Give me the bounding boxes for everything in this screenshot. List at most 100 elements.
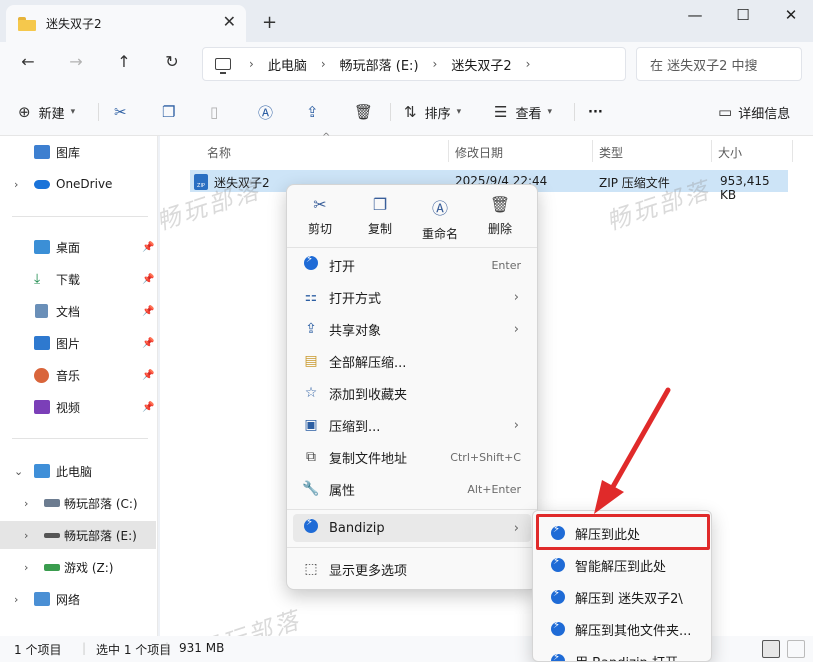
copy-action[interactable]: ❐ 复制 (353, 193, 407, 241)
chevron-right-icon[interactable]: › (24, 529, 28, 542)
tab-title: 迷失双子2 (46, 17, 102, 31)
view-button[interactable]: ☰ 查看 ▾ (494, 101, 552, 123)
pin-icon[interactable]: 📌 (142, 402, 154, 413)
pin-icon[interactable]: 📌 (142, 306, 154, 317)
column-divider[interactable] (448, 140, 449, 162)
plus-circle-icon: ⊕ (18, 103, 31, 121)
back-button[interactable]: ← (16, 52, 40, 71)
sidebar-item-downloads[interactable]: ⤓ 下载 📌 (0, 265, 156, 293)
column-divider[interactable] (792, 140, 793, 162)
sidebar-item-drive-c[interactable]: › 畅玩部落 (C:) (0, 489, 156, 517)
chevron-down-icon: ▾ (70, 107, 76, 117)
menu-label: 复制文件地址 (329, 451, 408, 467)
breadcrumb-folder[interactable]: 迷失双子2 (451, 55, 511, 74)
sort-ascending-icon: ^ (322, 132, 331, 143)
shortcut-label: Enter (491, 258, 521, 272)
share-button[interactable]: ⇪ (306, 101, 319, 123)
column-header-modified[interactable]: 修改日期 (455, 144, 503, 161)
menu-label: 打开方式 (329, 291, 382, 307)
close-window-button[interactable]: ✕ (776, 6, 806, 26)
sidebar-item-onedrive[interactable]: › OneDrive (0, 170, 156, 198)
close-tab-icon[interactable]: ✕ (223, 12, 236, 31)
column-header-size[interactable]: 大小 (718, 144, 742, 161)
sort-button[interactable]: ⇅ 排序 ▾ (404, 101, 461, 123)
more-options-button[interactable]: ··· (588, 101, 603, 123)
column-divider[interactable] (711, 140, 712, 162)
menu-item-open[interactable]: 打开 Enter (293, 251, 531, 279)
cut-action[interactable]: ✂ 剪切 (293, 193, 347, 241)
pin-icon[interactable]: 📌 (142, 338, 154, 349)
column-divider[interactable] (592, 140, 593, 162)
submenu-item-open-bandizip[interactable]: 用 Bandizip 打开 (537, 647, 709, 661)
address-bar[interactable]: › 此电脑 › 畅玩部落 (E:) › 迷失双子2 › (202, 47, 626, 81)
up-button[interactable]: ↑ (112, 52, 136, 71)
sidebar-item-videos[interactable]: 视频 📌 (0, 393, 156, 421)
cut-button[interactable]: ✂ (114, 101, 127, 123)
pin-icon[interactable]: 📌 (142, 274, 154, 285)
paste-button[interactable]: ▯ (210, 101, 218, 123)
sidebar-item-network[interactable]: › 网络 (0, 585, 156, 613)
menu-item-compress[interactable]: ▣ 压缩到... › (293, 411, 531, 439)
star-icon: ☆ (304, 385, 318, 401)
menu-item-more-options[interactable]: ⬚ 显示更多选项 (293, 555, 531, 583)
rename-action[interactable]: Ⓐ 重命名 (413, 193, 467, 241)
download-icon: ⤓ (34, 271, 41, 287)
forward-button[interactable]: → (64, 52, 88, 71)
pin-icon[interactable]: 📌 (142, 242, 154, 253)
delete-button[interactable]: 🗑 (354, 101, 373, 123)
breadcrumb-drive-e[interactable]: 畅玩部落 (E:) (340, 55, 419, 74)
menu-item-properties[interactable]: 🔧 属性 Alt+Enter (293, 475, 531, 503)
chevron-right-icon[interactable]: › (24, 497, 28, 510)
menu-item-extract-all[interactable]: ▤ 全部解压缩... (293, 347, 531, 375)
sidebar-item-music[interactable]: 音乐 📌 (0, 361, 156, 389)
delete-action[interactable]: 🗑 删除 (473, 193, 527, 241)
chevron-right-icon[interactable]: › (14, 178, 18, 191)
menu-item-copy-path[interactable]: ⧉ 复制文件地址 Ctrl+Shift+C (293, 443, 531, 471)
submenu-item-smart-extract[interactable]: 智能解压到此处 (537, 551, 709, 579)
rename-button[interactable]: Ⓐ (258, 101, 273, 123)
chevron-down-icon[interactable]: ⌄ (14, 465, 23, 478)
sidebar-item-drive-z[interactable]: › 游戏 (Z:) (0, 553, 156, 581)
sidebar-item-documents[interactable]: 文档 📌 (0, 297, 156, 325)
submenu-item-extract-other[interactable]: 解压到其他文件夹... (537, 615, 709, 643)
submenu-item-extract-to-folder[interactable]: 解压到 迷失双子2\ (537, 583, 709, 611)
pin-icon[interactable]: 📌 (142, 370, 154, 381)
search-input[interactable]: 在 迷失双子2 中搜 (636, 47, 802, 81)
annotation-arrow (594, 387, 671, 514)
menu-item-bandizip[interactable]: Bandizip › (293, 514, 531, 542)
sidebar-item-drive-e[interactable]: › 畅玩部落 (E:) (0, 521, 156, 549)
menu-item-share[interactable]: ⇪ 共享对象 › (293, 315, 531, 343)
sidebar-item-gallery[interactable]: 图库 (0, 138, 156, 166)
sidebar-item-this-pc[interactable]: ⌄ 此电脑 (0, 457, 156, 485)
menu-item-add-favorite[interactable]: ☆ 添加到收藏夹 (293, 379, 531, 407)
sidebar-label: 桌面 (56, 240, 81, 255)
details-view-button[interactable] (762, 640, 780, 658)
chevron-right-icon[interactable]: › (14, 593, 18, 606)
column-header-type[interactable]: 类型 (599, 144, 623, 161)
tiles-view-button[interactable] (787, 640, 805, 658)
copy-button[interactable]: ❐ (162, 101, 175, 123)
column-header-name[interactable]: 名称 (207, 144, 231, 161)
drive-icon (44, 499, 60, 507)
breadcrumb-this-pc[interactable]: 此电脑 (268, 55, 307, 74)
sidebar-item-pictures[interactable]: 图片 📌 (0, 329, 156, 357)
chevron-right-icon: › (513, 289, 519, 305)
tab-active[interactable]: 迷失双子2 ✕ (6, 5, 246, 42)
details-pane-button[interactable]: ▭ 详细信息 (718, 101, 790, 123)
computer-icon (34, 464, 50, 478)
bandizip-icon (302, 517, 320, 537)
network-icon (34, 592, 50, 606)
sidebar-item-desktop[interactable]: 桌面 📌 (0, 233, 156, 261)
menu-item-open-with[interactable]: ⚏ 打开方式 › (293, 283, 531, 311)
refresh-button[interactable]: ↻ (160, 52, 184, 71)
new-button[interactable]: ⊕ 新建 ▾ (18, 101, 75, 123)
share-icon: ⇪ (306, 103, 319, 121)
new-tab-button[interactable]: + (262, 12, 277, 33)
minimize-button[interactable]: — (680, 6, 710, 26)
sidebar-label: 畅玩部落 (C:) (64, 496, 138, 511)
chevron-right-icon[interactable]: › (24, 561, 28, 574)
maximize-button[interactable]: ☐ (728, 6, 758, 26)
submenu-label: 智能解压到此处 (575, 559, 667, 575)
sort-icon: ⇅ (404, 103, 417, 121)
sidebar-label: 游戏 (Z:) (64, 560, 114, 575)
